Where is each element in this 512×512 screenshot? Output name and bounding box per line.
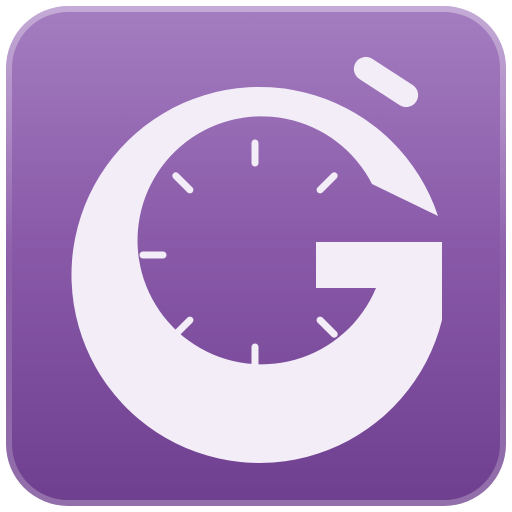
app-icon-tile[interactable] — [0, 0, 512, 512]
stopwatch-g-icon — [6, 6, 506, 506]
